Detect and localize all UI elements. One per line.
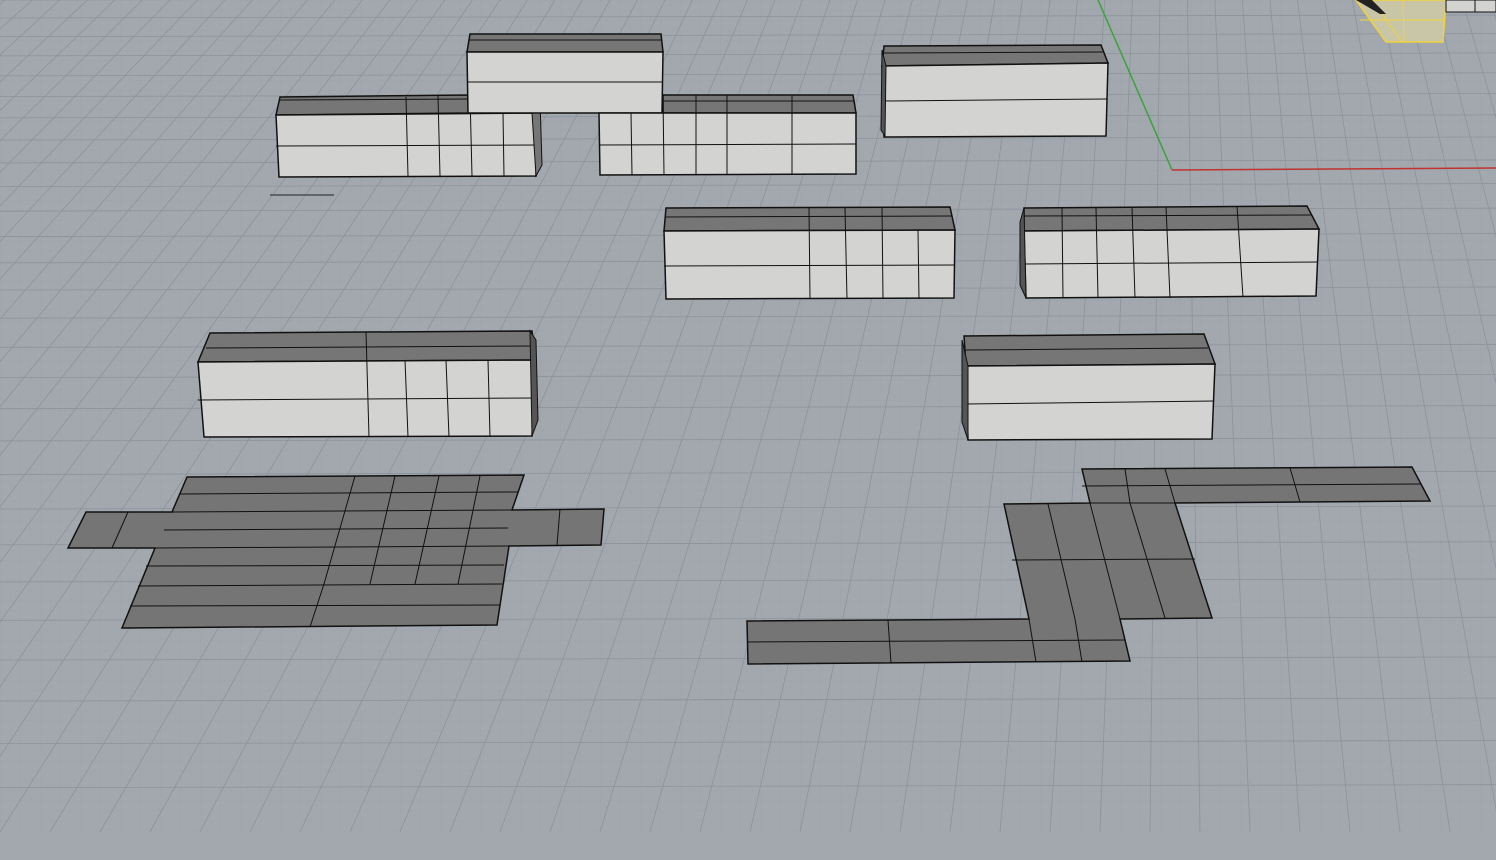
far-object[interactable] bbox=[1445, 0, 1496, 13]
box-right-top[interactable] bbox=[880, 44, 1110, 138]
box-lower-right[interactable] bbox=[961, 333, 1217, 441]
box-bridge[interactable] bbox=[466, 33, 664, 114]
box-middle-center[interactable] bbox=[663, 206, 956, 300]
viewport-canvas[interactable] bbox=[0, 0, 1496, 860]
box-middle-right[interactable] bbox=[1019, 205, 1321, 299]
viewport-bottom-margin bbox=[0, 832, 1496, 860]
perspective-viewport[interactable] bbox=[0, 0, 1496, 860]
box-lower-left[interactable] bbox=[196, 329, 539, 438]
